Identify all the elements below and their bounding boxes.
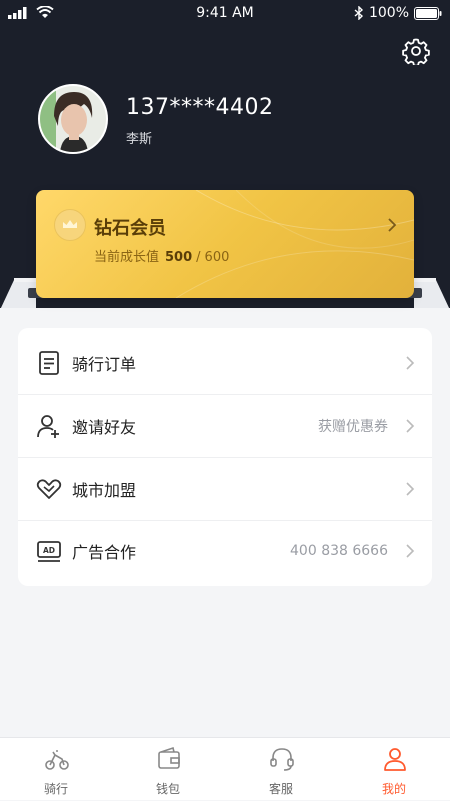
menu-item-value: 获赠优惠券 — [318, 419, 388, 435]
menu-item-label: 邀请好友 — [72, 418, 137, 437]
growth-current: 500 — [165, 250, 193, 265]
user-icon — [384, 748, 406, 771]
menu-item-value[interactable]: 400 838 6666 — [290, 543, 388, 559]
ad-icon: AD — [37, 541, 61, 562]
chevron-right-icon — [406, 419, 415, 433]
menu-item-ride-orders[interactable]: 骑行订单 — [18, 332, 432, 394]
tab-label: 客服 — [268, 782, 293, 796]
menu-item-label: 城市加盟 — [72, 481, 137, 500]
status-bar: 9:41 AM 100% — [0, 0, 450, 26]
tab-wallet[interactable]: 钱包 — [112, 738, 224, 801]
growth-separator: / — [196, 250, 201, 265]
settings-gear-icon[interactable] — [402, 37, 430, 65]
growth-value: 当前成长值 500/600 — [94, 246, 229, 265]
crown-icon — [63, 220, 77, 228]
avatar[interactable] — [38, 84, 108, 154]
svg-text:AD: AD — [43, 546, 55, 555]
handshake-heart-icon — [36, 479, 62, 499]
order-list-icon — [39, 351, 59, 375]
chevron-right-icon — [406, 356, 415, 370]
card-pattern — [175, 190, 414, 298]
growth-label: 当前成长值 — [94, 250, 160, 265]
tab-ride[interactable]: 骑行 — [0, 738, 112, 801]
menu-list: 骑行订单 邀请好友 获赠优惠券 城市加盟 AD 广告合作 400 838 666… — [18, 328, 432, 586]
membership-tier: 钻石会员 — [94, 218, 166, 239]
tab-service[interactable]: 客服 — [225, 738, 337, 801]
tab-bar: 骑行 钱包 客服 我的 — [0, 737, 450, 800]
user-phone: 137****4402 — [126, 95, 274, 120]
tab-label: 钱包 — [155, 782, 180, 796]
battery-percent: 100% — [368, 5, 409, 21]
menu-item-label: 骑行订单 — [72, 355, 137, 374]
menu-item-label: 广告合作 — [72, 543, 137, 562]
tab-label: 我的 — [381, 782, 406, 796]
battery-icon — [414, 6, 442, 20]
growth-target: 600 — [204, 250, 230, 265]
avatar-image — [40, 86, 106, 152]
chevron-right-icon — [406, 544, 415, 558]
wallet-icon — [158, 746, 180, 769]
headset-icon — [270, 748, 294, 771]
menu-item-invite-friends[interactable]: 邀请好友 获赠优惠券 — [18, 395, 432, 457]
membership-card[interactable]: 钻石会员 当前成长值 500/600 — [36, 190, 414, 298]
tab-mine[interactable]: 我的 — [338, 738, 450, 801]
user-name: 李斯 — [126, 132, 153, 147]
tab-label: 骑行 — [43, 782, 68, 796]
scooter-icon — [45, 750, 69, 770]
add-friend-icon — [37, 415, 59, 438]
bluetooth-icon — [354, 6, 363, 20]
chevron-right-icon — [406, 482, 415, 496]
chevron-right-icon — [388, 218, 397, 232]
menu-item-city-franchise[interactable]: 城市加盟 — [18, 458, 432, 520]
menu-item-ad-cooperation[interactable]: AD 广告合作 400 838 6666 — [18, 520, 432, 582]
crown-badge — [54, 209, 86, 241]
